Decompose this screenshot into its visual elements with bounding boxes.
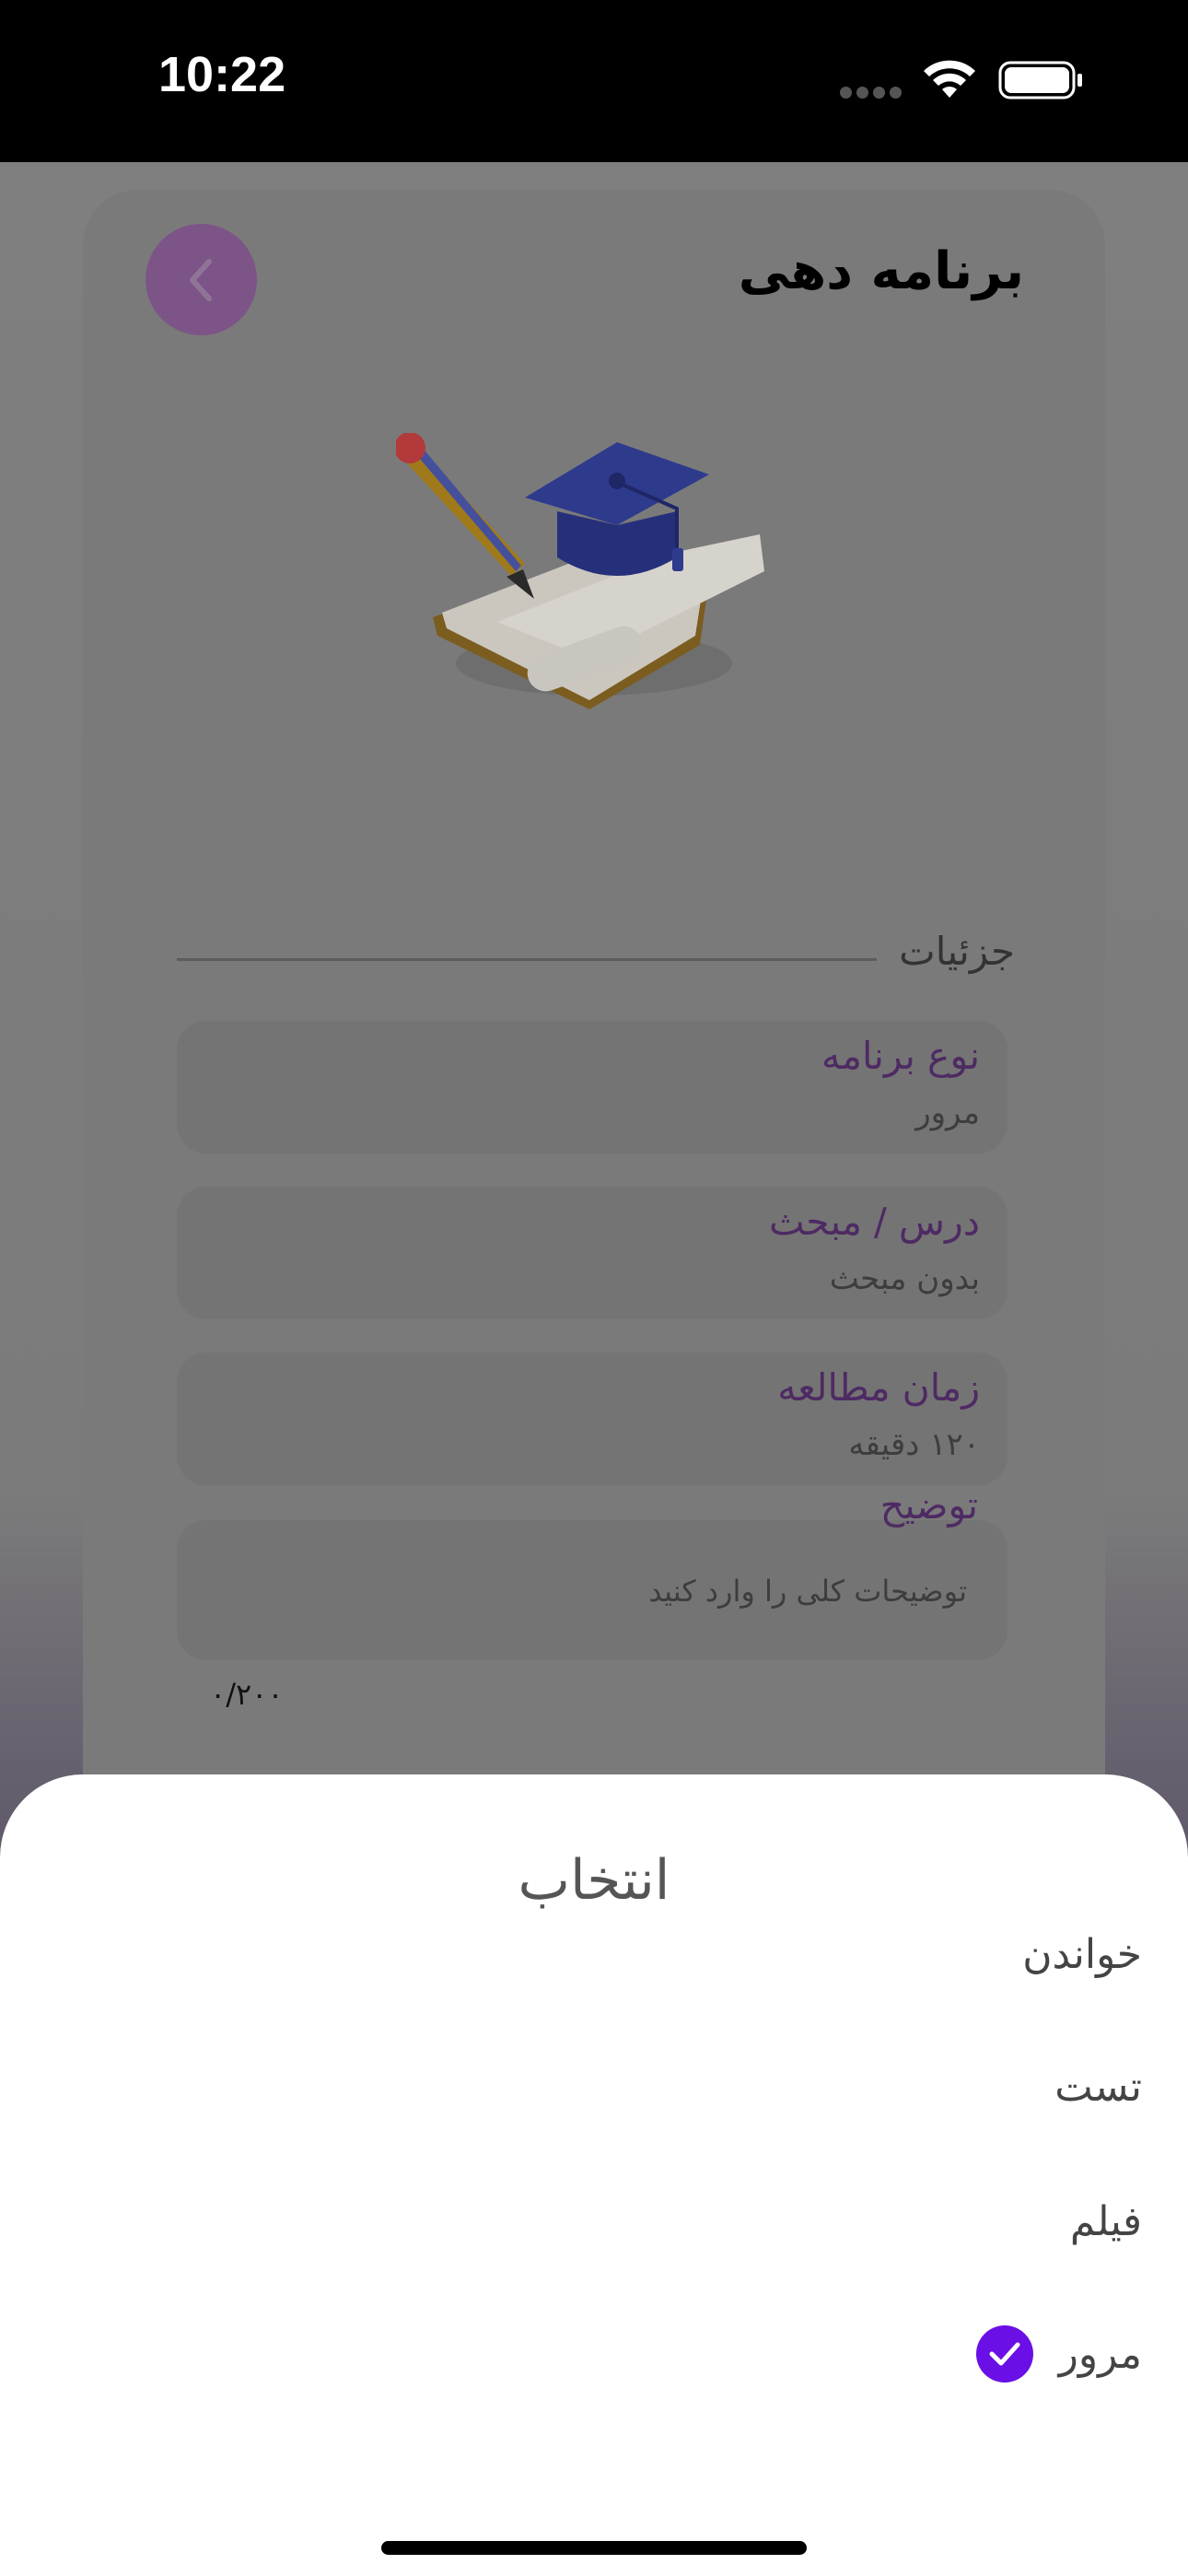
selection-bottom-sheet: انتخاب خواندن تست فیلم مرور xyxy=(0,1774,1188,2576)
graduation-cap-books-icon xyxy=(396,433,764,709)
description-label: توضیح xyxy=(879,1483,978,1528)
chevron-left-icon xyxy=(189,258,212,301)
home-indicator[interactable] xyxy=(381,2541,807,2555)
battery-icon xyxy=(998,61,1082,100)
option-reading[interactable]: خواندن xyxy=(55,1903,1142,2005)
description-placeholder: توضیحات کلی را وارد کنید xyxy=(648,1574,967,1609)
wifi-icon xyxy=(924,60,975,98)
option-review[interactable]: مرور xyxy=(55,2303,1142,2405)
option-label: تست xyxy=(1054,2063,1142,2111)
option-label: خواندن xyxy=(1022,1930,1142,1978)
details-section-header: جزئیات xyxy=(177,921,1015,995)
description-char-counter: ۰/۲۰۰ xyxy=(210,1677,284,1712)
program-type-label: نوع برنامه xyxy=(821,1034,980,1078)
study-time-value: ۱۲۰ دقیقه xyxy=(848,1426,980,1463)
option-label: مرور xyxy=(1058,2330,1142,2378)
status-bar: 10:22 xyxy=(0,0,1188,162)
page-title: برنامه دهی xyxy=(738,241,1024,301)
option-film[interactable]: فیلم xyxy=(55,2171,1142,2272)
details-section-label: جزئیات xyxy=(899,929,1015,974)
lesson-topic-field[interactable]: درس / مبحث بدون مبحث xyxy=(177,1187,1007,1319)
program-type-value: مرور xyxy=(915,1095,980,1131)
lesson-topic-label: درس / مبحث xyxy=(768,1200,980,1244)
cellular-signal-icon xyxy=(840,85,906,102)
checkmark-icon xyxy=(975,2325,1033,2383)
option-test[interactable]: تست xyxy=(55,2036,1142,2137)
description-input[interactable]: توضیحات کلی را وارد کنید xyxy=(177,1520,1007,1660)
status-time: 10:22 xyxy=(158,47,286,102)
back-button[interactable] xyxy=(146,224,257,335)
study-time-field[interactable]: زمان مطالعه ۱۲۰ دقیقه xyxy=(177,1352,1007,1485)
program-type-field[interactable]: نوع برنامه مرور xyxy=(177,1021,1007,1153)
study-time-label: زمان مطالعه xyxy=(777,1365,980,1410)
lesson-topic-value: بدون مبحث xyxy=(829,1260,980,1297)
option-label: فیلم xyxy=(1069,2197,1142,2245)
section-divider xyxy=(177,958,877,961)
